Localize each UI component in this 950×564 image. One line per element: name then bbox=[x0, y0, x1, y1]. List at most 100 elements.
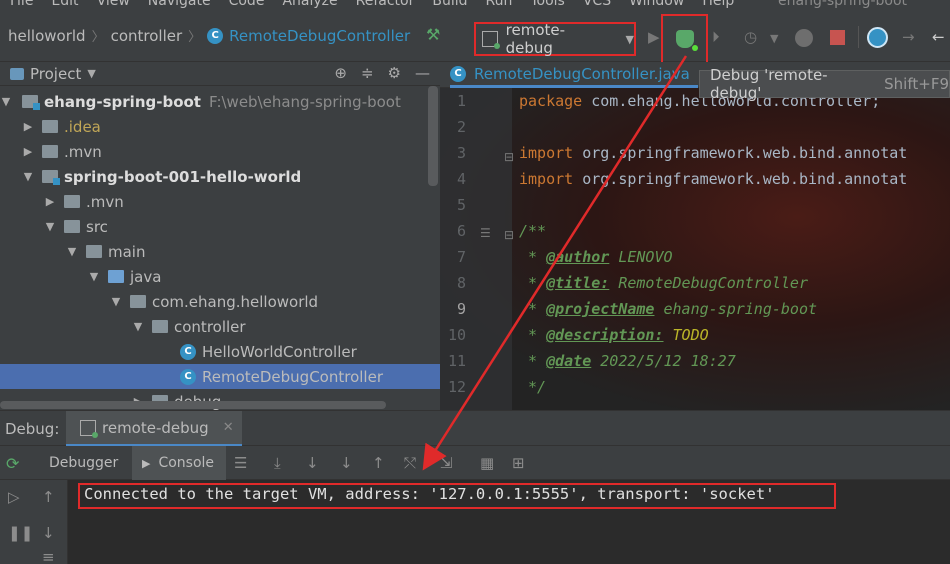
menu-navigate[interactable]: Navigate bbox=[148, 0, 211, 9]
step-out-icon[interactable]: ↑ bbox=[372, 454, 385, 472]
expand-arrow-icon[interactable]: ▼ bbox=[66, 245, 78, 258]
expand-arrow-icon[interactable]: ▼ bbox=[0, 95, 12, 108]
menu-run[interactable]: Run bbox=[486, 0, 513, 9]
menu-refactor[interactable]: Refactor bbox=[356, 0, 415, 9]
tree-item-java[interactable]: ▼ java bbox=[0, 264, 440, 289]
fold-marker-icon[interactable]: ⊟ bbox=[504, 228, 514, 242]
expand-arrow-icon[interactable]: ▼ bbox=[22, 170, 34, 183]
run-to-cursor-icon[interactable]: ⇲ bbox=[440, 454, 453, 472]
stop-icon[interactable] bbox=[830, 30, 845, 45]
run-config-label: remote-debug bbox=[505, 21, 566, 57]
menu-lines-icon[interactable]: ☰ bbox=[234, 454, 247, 472]
tooltip-text: Debug 'remote-debug' bbox=[710, 66, 828, 102]
doc-star: * bbox=[519, 352, 547, 370]
doc-value: TODO bbox=[663, 326, 709, 344]
forward-arrow-icon[interactable]: → bbox=[902, 28, 915, 46]
trace-icon[interactable]: ⊞ bbox=[512, 454, 525, 472]
tree-item-hello-world-controller[interactable]: C HelloWorldController bbox=[0, 339, 440, 364]
class-icon: C bbox=[180, 343, 196, 360]
menu-tools[interactable]: Tools bbox=[530, 0, 565, 9]
drop-frame-icon[interactable]: ⤲ bbox=[404, 454, 416, 472]
resume-icon[interactable]: ▷ bbox=[8, 488, 20, 506]
gear-icon[interactable]: ⚙ bbox=[388, 64, 401, 82]
menu-code[interactable]: Code bbox=[229, 0, 265, 9]
tree-item-label: ehang-spring-boot bbox=[44, 92, 201, 111]
doc-tag: @date bbox=[546, 352, 592, 370]
tab-debugger[interactable]: Debugger bbox=[36, 446, 128, 480]
rerun-icon[interactable]: ⟳ bbox=[6, 454, 19, 473]
breadcrumb-remote-debug-controller[interactable]: RemoteDebugController bbox=[229, 27, 410, 45]
editor-tab-remote-debug-controller[interactable]: C RemoteDebugController.java bbox=[450, 62, 698, 88]
update-globe-icon[interactable] bbox=[867, 27, 888, 48]
down-arrow-icon[interactable]: ↓ bbox=[42, 524, 55, 542]
tab-console[interactable]: ▶ Console bbox=[132, 446, 226, 480]
profiler-icon[interactable]: ◷ bbox=[744, 28, 757, 46]
project-panel-tools: ⊕ ≑ ⚙ — bbox=[334, 64, 430, 82]
run-play-icon[interactable]: ▶ bbox=[648, 28, 660, 46]
step-over-icon[interactable]: ↓ bbox=[306, 454, 319, 472]
console-output-area[interactable]: Connected to the target VM, address: '12… bbox=[68, 480, 950, 564]
line-number: 8 bbox=[456, 274, 466, 292]
up-arrow-icon[interactable]: ↑ bbox=[42, 488, 55, 506]
collapse-all-icon[interactable]: ≑ bbox=[361, 64, 374, 82]
evaluate-grid-icon[interactable]: ▦ bbox=[480, 454, 494, 472]
collapse-arrow-icon[interactable]: ▶ bbox=[22, 145, 34, 158]
back-arrow-icon[interactable]: ← bbox=[932, 28, 945, 46]
menu-help[interactable]: Help bbox=[702, 0, 734, 9]
debug-session-tab[interactable]: remote-debug ✕ bbox=[66, 411, 242, 447]
chevron-right-icon: 〉 bbox=[188, 30, 202, 45]
tree-item-ehang-spring-boot[interactable]: ▼ ehang-spring-boot F:\web\ehang-spring-… bbox=[0, 89, 440, 114]
tree-item-src[interactable]: ▼ src bbox=[0, 214, 440, 239]
tree-item-controller[interactable]: ▼ controller bbox=[0, 314, 440, 339]
collapse-arrow-icon[interactable]: ▶ bbox=[22, 120, 34, 133]
breadcrumb-helloworld[interactable]: helloworld bbox=[8, 27, 86, 45]
project-vertical-scrollbar[interactable] bbox=[428, 86, 438, 186]
line-number: 9 bbox=[456, 300, 466, 318]
expand-arrow-icon[interactable]: ▼ bbox=[44, 220, 56, 233]
menu-view[interactable]: View bbox=[97, 0, 130, 9]
debug-button[interactable] bbox=[661, 14, 708, 64]
tree-item-mvn[interactable]: ▶ .mvn bbox=[0, 139, 440, 164]
fold-marker-icon[interactable]: ⊟ bbox=[504, 150, 514, 164]
menu-analyze[interactable]: Analyze bbox=[282, 0, 337, 9]
project-panel-title[interactable]: Project bbox=[30, 65, 81, 83]
minimize-icon[interactable]: — bbox=[415, 64, 430, 82]
menu-edit[interactable]: Edit bbox=[51, 0, 78, 9]
expand-arrow-icon[interactable]: ▼ bbox=[110, 295, 122, 308]
close-icon[interactable]: ✕ bbox=[223, 420, 234, 435]
code-line-4: import org.springframework.web.bind.anno… bbox=[519, 170, 907, 188]
code-editor[interactable]: 1 2 3 4 5 6 7 8 9 10 11 12 ☰ ⊟ ⊟ package… bbox=[440, 88, 950, 410]
menu-vcs[interactable]: VCS bbox=[583, 0, 611, 9]
attach-debugger-icon[interactable] bbox=[795, 29, 813, 47]
soft-wrap-icon[interactable]: ≡ bbox=[42, 548, 55, 564]
tree-item-remote-debug-controller[interactable]: C RemoteDebugController bbox=[0, 364, 440, 389]
menu-build[interactable]: Build bbox=[432, 0, 467, 9]
project-tree: ▼ ehang-spring-boot F:\web\ehang-spring-… bbox=[0, 86, 440, 410]
tree-item-label: java bbox=[130, 267, 162, 286]
tree-item-spring-boot-001-hello-world[interactable]: ▼ spring-boot-001-hello-world bbox=[0, 164, 440, 189]
expand-arrow-icon[interactable]: ▼ bbox=[132, 320, 144, 333]
tree-item-main[interactable]: ▼ main bbox=[0, 239, 440, 264]
tree-item-com-ehang-helloworld[interactable]: ▼ com.ehang.helloworld bbox=[0, 289, 440, 314]
tree-item-label: .mvn bbox=[64, 142, 102, 161]
collapse-arrow-icon[interactable]: ▶ bbox=[44, 195, 56, 208]
menu-file[interactable]: File bbox=[10, 0, 33, 9]
step-into-icon[interactable]: ↓ bbox=[340, 454, 353, 472]
more-run-options-icon[interactable]: ▼ bbox=[770, 32, 778, 45]
build-hammer-icon[interactable]: ⚒ bbox=[426, 25, 440, 44]
run-configuration-dropdown[interactable]: remote-debug ▼ bbox=[474, 21, 636, 57]
project-horizontal-scrollbar[interactable] bbox=[0, 401, 386, 409]
doc-star: * bbox=[519, 326, 547, 344]
locate-target-icon[interactable]: ⊕ bbox=[334, 64, 347, 82]
tree-item-module-mvn[interactable]: ▶ .mvn bbox=[0, 189, 440, 214]
dropdown-arrow-icon[interactable]: ▼ bbox=[87, 67, 95, 80]
line-number: 5 bbox=[456, 196, 466, 214]
doc-tag: @title: bbox=[546, 274, 610, 292]
expand-arrow-icon[interactable]: ▼ bbox=[88, 270, 100, 283]
tree-item-idea[interactable]: ▶ .idea bbox=[0, 114, 440, 139]
breadcrumb-controller[interactable]: controller bbox=[111, 27, 183, 45]
menu-window[interactable]: Window bbox=[629, 0, 684, 9]
show-execution-point-icon[interactable]: ⤓ bbox=[274, 454, 281, 472]
coverage-icon[interactable]: ⏵ bbox=[712, 28, 720, 46]
pause-icon[interactable]: ❚❚ bbox=[8, 524, 33, 542]
